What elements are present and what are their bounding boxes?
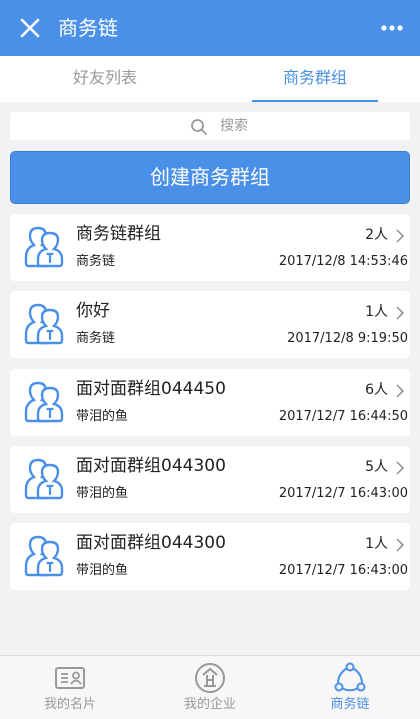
group-card[interactable]: 你好 1人商务链 2017/12/8 9:19:50: [10, 291, 410, 358]
card-icon: [55, 667, 85, 689]
group-owner: 带泪的鱼: [76, 486, 129, 501]
group-owner: 商务链: [76, 254, 116, 269]
share-network-icon: [334, 662, 366, 692]
chevron-right-icon: [396, 383, 404, 398]
enterprise-icon: [195, 663, 225, 693]
group-card[interactable]: 面对面群组044450 6人带泪的鱼 2017/12/7 16:44:50: [10, 369, 410, 436]
group-timestamp: 2017/12/7 16:44:50: [278, 409, 408, 424]
group-card[interactable]: 商务链群组 2人商务链 2017/12/8 14:53:46: [10, 214, 410, 281]
group-avatar-icon: [20, 224, 68, 272]
top-bar: 商务链: [0, 0, 420, 56]
close-icon[interactable]: [16, 14, 44, 42]
search-placeholder: 搜索: [220, 118, 248, 134]
member-count: 6人: [365, 382, 388, 398]
nav-label-my-enterprise: 我的企业: [183, 697, 236, 712]
chevron-right-icon: [396, 460, 404, 475]
nav-my-enterprise[interactable]: 我的企业: [140, 656, 280, 719]
group-name: 你好: [76, 301, 110, 321]
group-timestamp: 2017/12/8 14:53:46: [278, 254, 408, 269]
group-avatar-icon: [20, 301, 68, 349]
group-name: 商务链群组: [76, 224, 161, 244]
group-timestamp: 2017/12/7 16:43:00: [278, 486, 408, 501]
member-count: 1人: [365, 304, 388, 320]
group-avatar-icon: [20, 533, 68, 581]
nav-label-business-chain: 商务链: [330, 697, 370, 712]
member-count: 5人: [365, 459, 388, 475]
page-title: 商务链: [58, 16, 118, 40]
chevron-right-icon: [396, 537, 404, 552]
member-count: 1人: [365, 536, 388, 552]
group-name: 面对面群组044300: [76, 533, 226, 553]
group-owner: 带泪的鱼: [76, 409, 129, 424]
nav-my-card[interactable]: 我的名片: [0, 656, 140, 719]
group-avatar-icon: [20, 379, 68, 427]
search-input[interactable]: 搜索: [10, 112, 410, 140]
create-group-button[interactable]: 创建商务群组: [10, 151, 410, 204]
chevron-right-icon: [396, 228, 404, 243]
bottom-nav: 我的名片 我的企业 商务链: [0, 655, 420, 719]
group-card[interactable]: 面对面群组044300 1人带泪的鱼 2017/12/7 16:43:00: [10, 523, 410, 590]
group-timestamp: 2017/12/8 9:19:50: [287, 331, 408, 346]
group-avatar-icon: [20, 456, 68, 504]
group-card[interactable]: 面对面群组044300 5人带泪的鱼 2017/12/7 16:43:00: [10, 446, 410, 513]
nav-business-chain[interactable]: 商务链: [280, 656, 420, 719]
tab-bar: 好友列表 商务群组: [0, 56, 420, 102]
group-timestamp: 2017/12/7 16:43:00: [278, 563, 408, 578]
nav-label-my-card: 我的名片: [43, 697, 96, 712]
group-owner: 带泪的鱼: [76, 563, 129, 578]
tab-business-groups[interactable]: 商务群组: [252, 56, 378, 102]
member-count: 2人: [365, 227, 388, 243]
chevron-right-icon: [396, 305, 404, 320]
group-owner: 商务链: [76, 331, 116, 346]
tab-friends[interactable]: 好友列表: [0, 56, 210, 102]
more-icon[interactable]: [378, 14, 406, 42]
group-name: 面对面群组044300: [76, 456, 226, 476]
search-icon: [191, 119, 207, 135]
group-name: 面对面群组044450: [76, 379, 226, 399]
